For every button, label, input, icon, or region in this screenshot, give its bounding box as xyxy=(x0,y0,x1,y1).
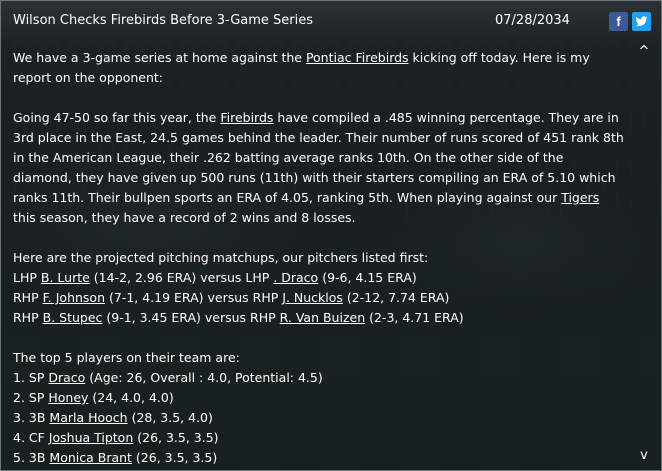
article-date: 07/28/2034 xyxy=(495,13,570,28)
article-header: Wilson Checks Firebirds Before 3-Game Se… xyxy=(1,1,661,41)
pitcher-link[interactable]: J. Nucklos xyxy=(282,290,343,305)
player-link[interactable]: Joshua Tipton xyxy=(49,430,133,445)
player-link[interactable]: Monica Brant xyxy=(49,450,132,465)
opponent-team-link[interactable]: Pontiac Firebirds xyxy=(306,50,409,65)
player-link[interactable]: Honey xyxy=(48,390,88,405)
twitter-share-icon[interactable] xyxy=(632,12,651,31)
opponent-team-short-link[interactable]: Firebirds xyxy=(220,110,273,125)
pitcher-link[interactable]: F. Johnson xyxy=(43,290,105,305)
news-article-panel: Wilson Checks Firebirds Before 3-Game Se… xyxy=(0,0,662,471)
report-text: this season, they have a record of 2 win… xyxy=(13,210,356,225)
intro-paragraph: We have a 3-game series at home against … xyxy=(13,48,625,88)
scroll-up-arrow-icon[interactable]: ^ xyxy=(637,45,651,59)
pitcher-link[interactable]: R. Van Buizen xyxy=(280,310,365,325)
pitcher-link[interactable]: B. Lurte xyxy=(41,270,90,285)
matchup-row: RHP F. Johnson (7-1, 4.19 ERA) versus RH… xyxy=(13,290,450,305)
intro-text: We have a 3-game series at home against … xyxy=(13,50,306,65)
facebook-share-icon[interactable]: f xyxy=(609,12,628,31)
top-player-row: 1. SP Draco (Age: 26, Overall : 4.0, Pot… xyxy=(13,370,323,385)
player-link[interactable]: Draco xyxy=(48,370,85,385)
matchups-heading: Here are the projected pitching matchups… xyxy=(13,250,429,265)
top-players-heading: The top 5 players on their team are: xyxy=(13,350,240,365)
pitcher-link[interactable]: . Draco xyxy=(273,270,318,285)
player-link[interactable]: Marla Hooch xyxy=(49,410,127,425)
our-team-link[interactable]: Tigers xyxy=(561,190,599,205)
scroll-down-arrow-icon[interactable]: v xyxy=(637,449,651,463)
article-body: We have a 3-game series at home against … xyxy=(13,48,625,468)
top-player-row: 3. 3B Marla Hooch (28, 3.5, 4.0) xyxy=(13,410,213,425)
article-title: Wilson Checks Firebirds Before 3-Game Se… xyxy=(13,13,314,28)
report-text: Going 47-50 so far this year, the xyxy=(13,110,221,125)
top-player-row: 2. SP Honey (24, 4.0, 4.0) xyxy=(13,390,174,405)
matchup-row: RHP B. Stupec (9-1, 3.45 ERA) versus RHP… xyxy=(13,310,464,325)
matchup-row: LHP B. Lurte (14-2, 2.96 ERA) versus LHP… xyxy=(13,270,417,285)
top-player-row: 5. 3B Monica Brant (26, 3.5, 3.5) xyxy=(13,450,218,465)
report-paragraph: Going 47-50 so far this year, the Firebi… xyxy=(13,108,625,228)
top-player-row: 4. CF Joshua Tipton (26, 3.5, 3.5) xyxy=(13,430,219,445)
pitcher-link[interactable]: B. Stupec xyxy=(43,310,103,325)
